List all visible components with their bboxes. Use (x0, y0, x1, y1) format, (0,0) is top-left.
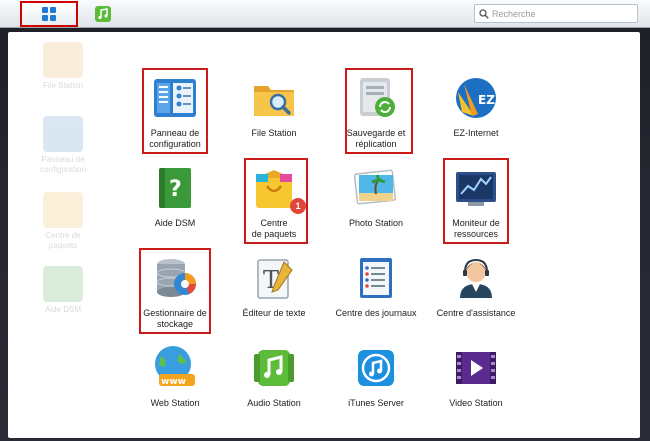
svg-text:?: ? (169, 177, 182, 202)
app-photo-station[interactable]: Photo Station (326, 158, 426, 244)
log-center-icon (360, 258, 392, 298)
search-icon (479, 8, 489, 19)
app-label: Centre d'assistance (436, 308, 516, 318)
app-control-panel[interactable]: Panneau de configuration (125, 68, 225, 154)
video-station-icon (456, 352, 496, 384)
app-ez-internet[interactable]: EZ EZ-Internet (426, 68, 526, 154)
main-menu-panel: File Station Panneau de configuration Ce… (8, 32, 640, 438)
search-input[interactable] (492, 8, 632, 19)
svg-text:EZ: EZ (478, 93, 495, 107)
app-video-station[interactable]: Video Station (426, 338, 526, 424)
control-panel-icon (154, 79, 196, 117)
grid-icon (42, 7, 56, 21)
app-web-station[interactable]: www Web Station (125, 338, 225, 424)
app-storage-manager[interactable]: Gestionnaire de stockage (125, 248, 225, 334)
app-label: Video Station (449, 398, 503, 408)
desktop-shortcut-ghost: Aide DSM (38, 266, 88, 315)
app-resource-monitor[interactable]: Moniteur de ressources (426, 158, 526, 244)
itunes-server-icon (358, 350, 394, 386)
app-log-center[interactable]: Centre des journaux (326, 248, 426, 334)
app-label: Web Station (150, 398, 200, 408)
app-audio-station[interactable]: Audio Station (224, 338, 324, 424)
app-label: Moniteur de ressources (452, 218, 500, 239)
taskbar (0, 0, 650, 28)
ez-internet-icon: EZ (456, 78, 496, 118)
app-label: Aide DSM (154, 218, 196, 228)
app-text-editor[interactable]: T Éditeur de texte (224, 248, 324, 334)
app-label: Centre de paquets (251, 218, 297, 239)
dsm-help-icon: ? (159, 168, 191, 208)
audio-station-icon (95, 6, 111, 22)
app-label: Éditeur de texte (242, 308, 306, 318)
svg-text:www: www (161, 377, 186, 387)
app-backup-replication[interactable]: Sauvegarde et réplication (326, 68, 426, 154)
audio-station-icon (254, 350, 294, 386)
app-label: Panneau de configuration (149, 128, 201, 149)
desktop-shortcut-ghost: File Station (38, 42, 88, 91)
app-label: Photo Station (348, 218, 404, 228)
app-dsm-help[interactable]: ? Aide DSM (125, 158, 225, 244)
app-label: iTunes Server (348, 398, 404, 408)
resource-monitor-icon (456, 172, 496, 206)
file-station-icon (254, 86, 294, 116)
app-label: File Station (251, 128, 297, 138)
app-itunes-server[interactable]: iTunes Server (326, 338, 426, 424)
text-editor-icon: T (257, 259, 293, 299)
app-file-station[interactable]: File Station (224, 68, 324, 154)
desktop-shortcut-ghost: Centre de paquets (38, 192, 88, 251)
main-menu-button[interactable] (20, 1, 78, 27)
search-box[interactable] (474, 4, 638, 23)
storage-manager-icon (156, 259, 196, 297)
app-label: Audio Station (247, 398, 301, 408)
desktop-shortcut-ghost: Panneau de configuration (38, 116, 88, 175)
app-label: Sauvegarde et réplication (346, 128, 406, 149)
photo-station-icon (353, 169, 396, 205)
app-label: Gestionnaire de stockage (143, 308, 207, 329)
taskbar-audio-station-button[interactable] (90, 1, 116, 27)
app-label: EZ-Internet (453, 128, 499, 138)
app-package-center[interactable]: 1 Centre de paquets (224, 158, 324, 244)
backup-replication-icon (360, 78, 395, 117)
support-center-icon (460, 258, 492, 298)
notification-badge: 1 (290, 198, 306, 214)
app-label: Centre des journaux (335, 308, 417, 318)
web-station-icon: www (155, 346, 195, 387)
app-support-center[interactable]: Centre d'assistance (426, 248, 526, 334)
